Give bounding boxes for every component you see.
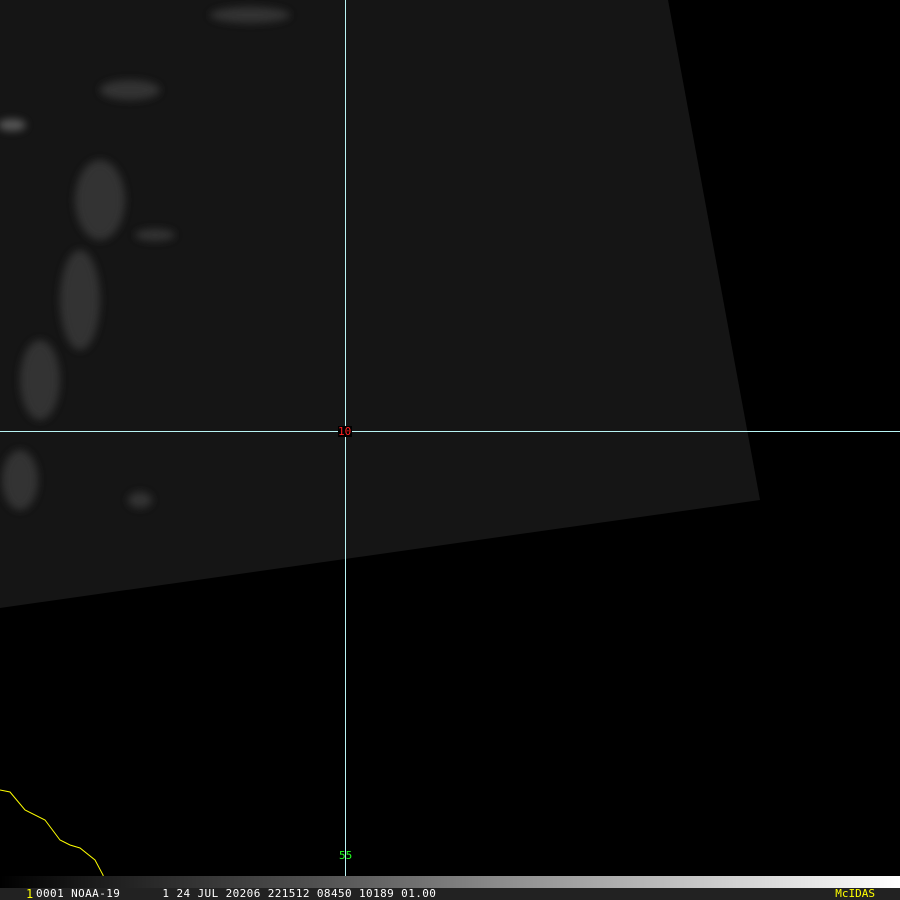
satellite-imagery bbox=[0, 0, 900, 889]
mcidas-logo: McIDAS bbox=[835, 887, 875, 900]
bottom-label: 55 bbox=[339, 849, 353, 862]
center-label: 10 bbox=[338, 425, 352, 438]
satellite-image-display[interactable]: 10 55 0001 NOAA-19 1 24 JUL 20206 221512… bbox=[0, 0, 900, 900]
frame-number: 1 bbox=[26, 887, 34, 900]
image-info: 0001 NOAA-19 1 24 JUL 20206 221512 08450… bbox=[36, 887, 437, 900]
coastline bbox=[0, 789, 393, 889]
info-bar: 0001 NOAA-19 1 24 JUL 20206 221512 08450… bbox=[0, 888, 900, 900]
